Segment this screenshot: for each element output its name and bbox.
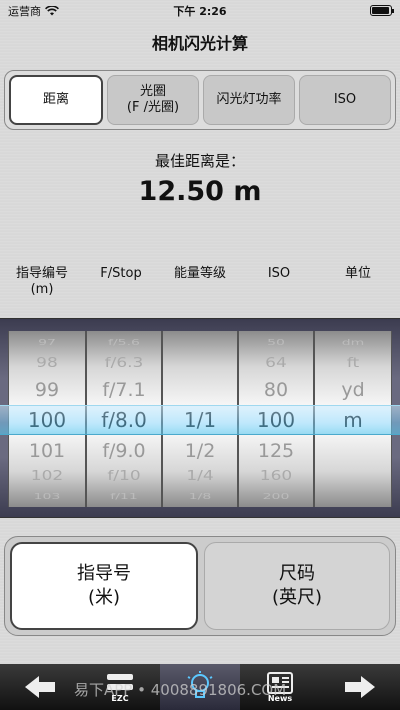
picker-option: f/7.1 — [102, 379, 146, 401]
picker-option: 200 — [262, 492, 290, 502]
picker-option: f/6.3 — [104, 355, 144, 371]
picker-option: 50 — [267, 338, 285, 348]
arrow-right-icon — [345, 676, 375, 698]
header-fstop: F/Stop — [100, 266, 142, 281]
tab-distance[interactable]: 距离 — [9, 75, 103, 125]
picker-option: 103 — [33, 492, 61, 502]
nav-forward[interactable] — [320, 664, 400, 710]
header-guide-number: 指导编号 (m) — [15, 266, 68, 297]
picker-option: f/5.6 — [108, 338, 140, 348]
fstop-wheel[interactable]: f/5.6 f/6.3 f/7.1 f/8.0 f/9.0 f/10 f/11 — [86, 331, 162, 507]
picker-option: 102 — [30, 468, 64, 484]
page-title: 相机闪光计算 — [151, 34, 248, 53]
picker-option: f/10 — [107, 468, 141, 484]
picker-option: 1/2 — [184, 440, 216, 462]
result-value: 12.50 m — [138, 176, 262, 207]
guide-number-meters-button[interactable]: 指导号 (米) — [10, 542, 198, 630]
unit-mode-buttons: 指导号 (米) 尺码 (英尺) — [4, 536, 396, 636]
picker-option: 160 — [259, 468, 293, 484]
arrow-left-icon — [25, 676, 55, 698]
nav-back[interactable] — [0, 664, 80, 710]
picker-option: f/11 — [110, 492, 138, 502]
picker-selected-option: m — [343, 408, 363, 432]
picker-option: f/9.0 — [102, 440, 146, 462]
picker-option: 1/4 — [186, 468, 214, 484]
header-iso: ISO — [267, 266, 291, 281]
value-picker: 97 98 99 100 101 102 103 f/5.6 f/6.3 f/7… — [0, 318, 400, 518]
nav-tips[interactable] — [160, 664, 240, 710]
picker-option: 99 — [34, 379, 60, 401]
picker-option: 98 — [36, 355, 58, 371]
nav-ezc-label: EZC — [111, 693, 129, 703]
picker-selected-option: 100 — [27, 408, 67, 432]
nav-ezc[interactable]: EZC — [80, 664, 160, 710]
result-label: 最佳距离是： — [154, 152, 245, 170]
bottom-nav-bar: EZC News — [0, 664, 400, 710]
picker-option: 64 — [265, 355, 287, 371]
power-level-wheel[interactable]: 1/1 1/2 1/4 1/8 — [162, 331, 238, 507]
clock: 下午 2:26 — [173, 5, 227, 18]
status-bar: 运营商 下午 2:26 — [0, 0, 400, 22]
mode-tab-bar: 距离 光圈 (F /光圈) 闪光灯功率 ISO — [4, 70, 396, 130]
picker-option: 101 — [28, 440, 66, 462]
picker-option: dm — [341, 338, 365, 348]
lightbulb-icon — [187, 671, 213, 698]
picker-option: 97 — [38, 338, 56, 348]
header-unit: 单位 — [344, 266, 371, 281]
tab-flash-power[interactable]: 闪光灯功率 — [203, 75, 295, 125]
tab-aperture[interactable]: 光圈 (F /光圈) — [107, 75, 199, 125]
picker-selected-option: f/8.0 — [101, 408, 147, 432]
picker-option: ft — [346, 355, 360, 371]
feet-button[interactable]: 尺码 (英尺) — [204, 542, 390, 630]
header-power-level: 能量等级 — [173, 266, 226, 281]
picker-selected-option: 1/1 — [183, 408, 217, 432]
picker-option: 80 — [263, 379, 289, 401]
picker-option: 125 — [257, 440, 295, 462]
nav-news-label: News — [267, 693, 293, 703]
picker-option: yd — [341, 379, 365, 401]
unit-wheel[interactable]: dm ft yd m — [314, 331, 392, 507]
newspaper-icon — [267, 671, 293, 694]
guide-number-wheel[interactable]: 97 98 99 100 101 102 103 — [8, 331, 86, 507]
battery-icon — [370, 5, 394, 16]
picker-option: 1/8 — [188, 492, 212, 502]
picker-column-headers: 指导编号 (m) F/Stop 能量等级 ISO 单位 — [0, 266, 400, 298]
picker-selected-option: 100 — [256, 408, 296, 432]
ezc-icon — [107, 673, 133, 690]
tab-iso[interactable]: ISO — [299, 75, 391, 125]
nav-news[interactable]: News — [240, 664, 320, 710]
iso-wheel[interactable]: 50 64 80 100 125 160 200 — [238, 331, 314, 507]
